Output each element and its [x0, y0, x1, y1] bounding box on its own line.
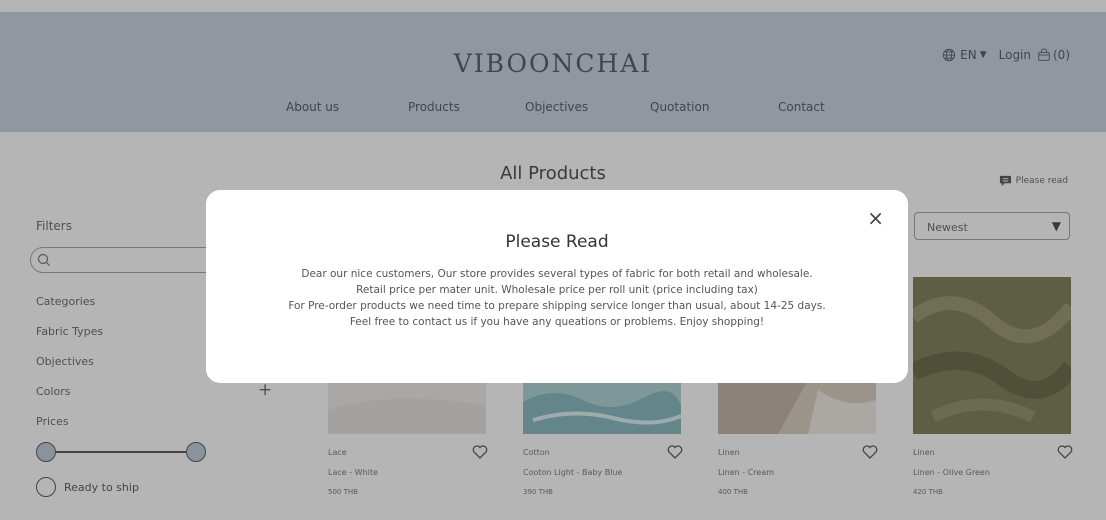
please-read-modal: × Please Read Dear our nice customers, O… — [206, 190, 908, 383]
modal-title: Please Read — [505, 232, 609, 252]
modal-line: Dear our nice customers, Our store provi… — [301, 268, 813, 280]
close-icon[interactable]: × — [867, 206, 884, 230]
modal-line: Retail price per mater unit. Wholesale p… — [356, 284, 758, 296]
page: VIBOONCHAI EN ▼ Login (0) About us Produ… — [0, 0, 1106, 520]
modal-line: Feel free to contact us if you have any … — [349, 316, 765, 328]
modal-body: Dear our nice customers, Our store provi… — [206, 266, 908, 330]
modal-line: For Pre-order products we need time to p… — [288, 300, 826, 312]
